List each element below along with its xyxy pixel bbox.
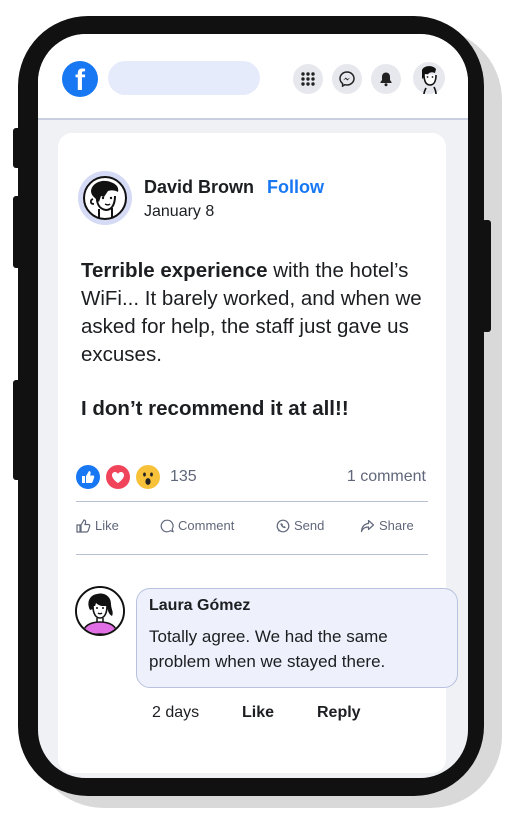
messenger-icon[interactable]	[332, 64, 362, 94]
comment-button[interactable]: Comment	[160, 518, 234, 533]
commenter-name[interactable]: Laura Gómez	[149, 597, 250, 615]
post-text-bold: Terrible experience	[81, 259, 268, 282]
grid-icon[interactable]	[293, 64, 323, 94]
comment-bubble-icon	[160, 519, 174, 533]
post-recommendation: I don’t recommend it at all!!	[81, 397, 349, 420]
search-input[interactable]	[108, 61, 260, 95]
divider-top	[76, 501, 428, 502]
comment-text: Totally agree. We had the same problem w…	[149, 627, 388, 671]
love-reaction-icon	[106, 465, 130, 489]
comment-label: Comment	[178, 518, 235, 533]
send-label: Send	[294, 518, 325, 533]
bell-icon[interactable]	[371, 64, 401, 94]
top-bar: f	[38, 34, 468, 120]
facebook-logo-icon[interactable]: f	[62, 61, 98, 97]
post-text: Terrible experience with the hotel’s WiF…	[81, 257, 431, 423]
comment-count-link[interactable]: 1 comment	[347, 468, 426, 486]
side-button-left-1	[13, 128, 21, 168]
share-arrow-icon	[360, 519, 375, 532]
comment-reply-button[interactable]: Reply	[317, 704, 361, 722]
reactions-summary[interactable]: 135	[76, 464, 197, 490]
follow-button[interactable]: Follow	[267, 177, 324, 198]
post-card: David Brown Follow January 8 Terrible ex…	[58, 133, 458, 773]
commenter-avatar[interactable]	[75, 586, 125, 636]
side-button-left-2	[13, 196, 21, 268]
share-label: Share	[379, 518, 414, 533]
comment-time: 2 days	[152, 704, 200, 721]
comment-bubble: Laura Gómez Totally agree. We had the sa…	[136, 588, 458, 688]
post-date[interactable]: January 8	[144, 203, 214, 221]
phone-screen: f David Brown Follow January 8 Terrible …	[38, 34, 468, 778]
wow-reaction-icon	[136, 465, 160, 489]
thumbs-up-icon	[76, 518, 91, 533]
side-button-right	[482, 220, 491, 332]
reaction-count: 135	[170, 468, 197, 485]
author-avatar[interactable]	[78, 171, 132, 225]
share-button[interactable]: Share	[360, 518, 414, 533]
side-button-left-3	[13, 380, 21, 480]
like-button[interactable]: Like	[76, 518, 119, 533]
send-button[interactable]: Send	[276, 518, 324, 533]
like-label: Like	[95, 518, 119, 533]
comment-like-button[interactable]: Like	[242, 704, 274, 722]
profile-avatar[interactable]	[412, 61, 446, 95]
post-author-name[interactable]: David Brown	[144, 177, 254, 198]
divider-bottom	[76, 554, 428, 555]
whatsapp-icon	[276, 519, 290, 532]
like-reaction-icon	[76, 465, 100, 489]
post-actions: Like Comment Send Share	[76, 518, 428, 540]
